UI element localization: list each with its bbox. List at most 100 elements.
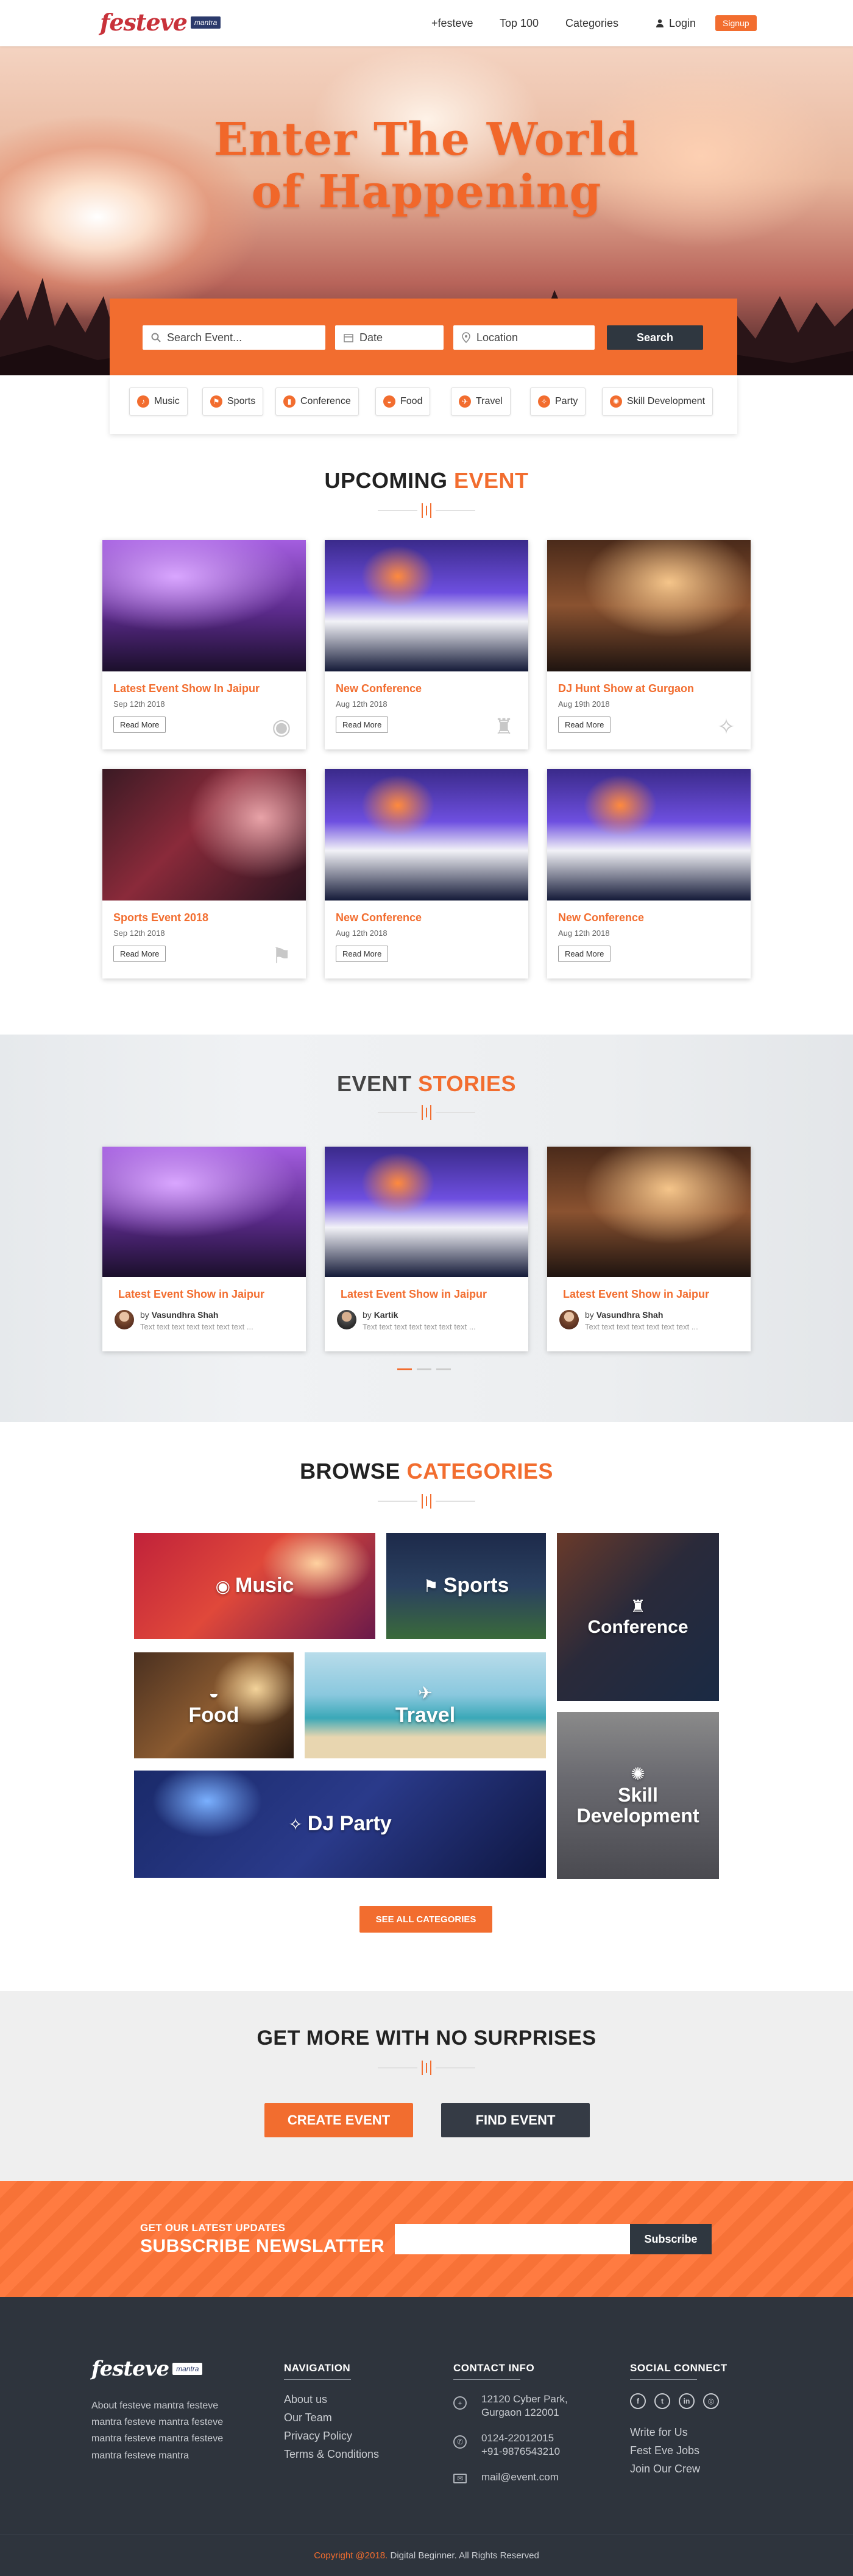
stories-title-accent: STORIES [418, 1071, 516, 1096]
date-input[interactable]: Date [335, 325, 444, 350]
read-more-button[interactable]: Read More [558, 946, 611, 962]
category-tile-food[interactable]: ◒ Food [134, 1652, 294, 1758]
read-more-button[interactable]: Read More [558, 717, 611, 733]
category-tile-dj-party[interactable]: ✧ DJ Party [134, 1771, 546, 1878]
story-title[interactable]: Latest Event Show in Jaipur [563, 1288, 709, 1301]
music-icon: ◉ [272, 714, 291, 739]
story-card[interactable]: Latest Event Show in Jaipur by Kartik Te… [325, 1147, 528, 1351]
instagram-icon[interactable]: ◎ [703, 2393, 719, 2409]
event-image [325, 540, 528, 671]
category-tile-skill-development[interactable]: ✺ Skill Development [557, 1712, 719, 1879]
chip-conference[interactable]: ▮ Conference [275, 387, 359, 416]
section-divider [378, 2061, 475, 2075]
see-all-categories-button[interactable]: SEE ALL CATEGORIES [359, 1906, 492, 1933]
footer-nav-heading: NAVIGATION [284, 2362, 352, 2380]
event-title[interactable]: DJ Hunt Show at Gurgaon [558, 682, 694, 695]
nav-item-categories[interactable]: Categories [565, 17, 618, 30]
cheers-icon: ✧ [288, 1815, 303, 1835]
event-card[interactable]: New Conference Aug 12th 2018 Read More [325, 769, 528, 978]
byline-prefix: by [585, 1310, 594, 1320]
location-input[interactable]: Location [453, 325, 595, 350]
event-card[interactable]: Sports Event 2018 Sep 12th 2018 Read Mor… [102, 769, 306, 978]
chip-food[interactable]: ◒ Food [375, 387, 431, 416]
event-card[interactable]: Latest Event Show In Jaipur Sep 12th 201… [102, 540, 306, 749]
category-tile-sports[interactable]: ⚑ Sports [386, 1533, 546, 1639]
category-tile-travel[interactable]: ✈ Travel [305, 1652, 546, 1758]
story-title[interactable]: Latest Event Show in Jaipur [341, 1288, 487, 1301]
footer-email[interactable]: mail@event.com [481, 2471, 559, 2483]
footer-link-jobs[interactable]: Fest Eve Jobs [630, 2444, 699, 2457]
brand-logo[interactable]: festeve mantra [100, 9, 221, 36]
carousel-dot[interactable] [397, 1368, 412, 1370]
footer-link-about[interactable]: About us [284, 2393, 327, 2406]
footer-link-write[interactable]: Write for Us [630, 2426, 688, 2439]
event-card[interactable]: New Conference Aug 12th 2018 Read More [547, 769, 751, 978]
nav-item-top100[interactable]: Top 100 [500, 17, 539, 30]
upcoming-title-accent: EVENT [453, 468, 529, 493]
newsletter-email-input[interactable] [395, 2224, 630, 2254]
nav-item-festeve[interactable]: +festeve [431, 17, 473, 30]
search-button[interactable]: Search [607, 325, 703, 350]
chip-label: Food [400, 396, 423, 406]
read-more-button[interactable]: Read More [336, 946, 389, 962]
category-name: Skill Development [576, 1784, 699, 1827]
story-byline: by Vasundhra Shah [585, 1310, 663, 1320]
read-more-button[interactable]: Read More [113, 717, 166, 733]
chip-label: Party [555, 396, 578, 406]
newsletter-kicker: GET OUR LATEST UPDATES [140, 2222, 286, 2234]
create-event-button[interactable]: CREATE EVENT [264, 2103, 413, 2137]
category-label: ◒ Food [188, 1684, 239, 1726]
runner-icon: ⚑ [210, 395, 222, 408]
footer-link-terms[interactable]: Terms & Conditions [284, 2448, 379, 2461]
chip-travel[interactable]: ✈ Travel [451, 387, 511, 416]
find-event-button[interactable]: FIND EVENT [441, 2103, 590, 2137]
story-card[interactable]: Latest Event Show in Jaipur by Vasundhra… [547, 1147, 751, 1351]
cta-section [0, 1991, 853, 2181]
footer-link-privacy[interactable]: Privacy Policy [284, 2430, 352, 2443]
chip-music[interactable]: ♪ Music [129, 387, 188, 416]
event-title[interactable]: Latest Event Show In Jaipur [113, 682, 260, 695]
stories-title: EVENT STORIES [0, 1071, 853, 1097]
login-link[interactable]: Login [656, 0, 696, 46]
event-card[interactable]: New Conference Aug 12th 2018 Read More ♜ [325, 540, 528, 749]
quick-category-bar: ♪ Music ⚑ Sports ▮ Conference ◒ Food ✈ Travel… [110, 375, 737, 434]
read-more-button[interactable]: Read More [113, 946, 166, 962]
read-more-button[interactable]: Read More [336, 717, 389, 733]
copyright: Copyright @2018. Digital Beginner. All R… [0, 2550, 853, 2561]
footer-phone1[interactable]: 0124-22012015 [481, 2432, 554, 2444]
signup-button[interactable]: Signup [715, 15, 757, 31]
event-title[interactable]: New Conference [558, 911, 644, 924]
footer-logo[interactable]: festeve mantra [91, 2357, 203, 2381]
carousel-dot[interactable] [436, 1368, 451, 1370]
carousel-dot[interactable] [417, 1368, 431, 1370]
event-image [325, 769, 528, 901]
footer-phone2[interactable]: +91-9876543210 [481, 2446, 560, 2458]
event-title[interactable]: Sports Event 2018 [113, 911, 208, 924]
category-name: Sports [443, 1574, 509, 1598]
footer-link-crew[interactable]: Join Our Crew [630, 2463, 700, 2475]
upcoming-title-main: UPCOMING [324, 468, 448, 493]
main-nav-top100: Top 100 [500, 0, 539, 46]
story-excerpt: Text text text text text text text ... [140, 1322, 253, 1331]
facebook-icon[interactable]: f [630, 2393, 646, 2409]
category-label: ◉ Music [216, 1574, 294, 1597]
food-icon: ◒ [383, 395, 395, 408]
twitter-icon[interactable]: t [654, 2393, 670, 2409]
user-icon [656, 19, 664, 27]
subscribe-button[interactable]: Subscribe [630, 2224, 712, 2254]
footer-link-team[interactable]: Our Team [284, 2411, 332, 2424]
search-event-input[interactable]: Search Event... [143, 325, 325, 350]
hero-title-line1: Enter The World [213, 113, 640, 166]
event-title[interactable]: New Conference [336, 682, 422, 695]
chip-skill-development[interactable]: ✺ Skill Development [602, 387, 713, 416]
event-card[interactable]: DJ Hunt Show at Gurgaon Aug 19th 2018 Re… [547, 540, 751, 749]
story-title[interactable]: Latest Event Show in Jaipur [118, 1288, 264, 1301]
story-card[interactable]: Latest Event Show in Jaipur by Vasundhra… [102, 1147, 306, 1351]
runner-icon: ⚑ [423, 1577, 439, 1596]
chip-party[interactable]: ✧ Party [530, 387, 586, 416]
event-title[interactable]: New Conference [336, 911, 422, 924]
chip-sports[interactable]: ⚑ Sports [202, 387, 264, 416]
category-tile-music[interactable]: ◉ Music [134, 1533, 375, 1639]
linkedin-icon[interactable]: in [679, 2393, 695, 2409]
category-tile-conference[interactable]: ♜ Conference [557, 1533, 719, 1701]
